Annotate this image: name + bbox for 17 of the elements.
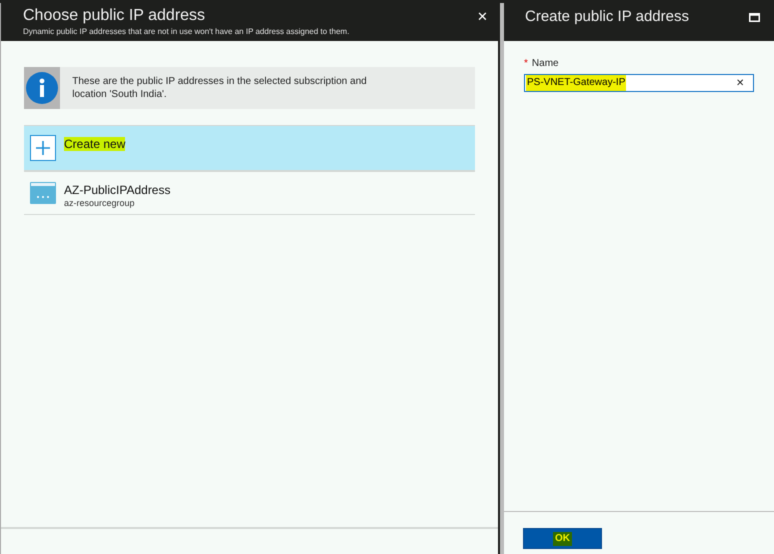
blade-title: Create public IP address <box>525 7 689 27</box>
blade-subtitle: Dynamic public IP addresses that are not in use won't have an IP address assigned to them. <box>23 27 350 37</box>
name-field[interactable]: PS-VNET-Gateway-IP ✕ <box>524 74 754 92</box>
list-item[interactable]: AZ-PublicIPAddress az-resourcegroup <box>24 171 475 215</box>
clear-icon[interactable]: ✕ <box>736 76 744 90</box>
required-mark: * <box>524 57 528 71</box>
info-icon <box>26 72 58 104</box>
item-sublabel: az-resourcegroup <box>64 197 136 209</box>
item-label: AZ-PublicIPAddress <box>64 183 170 197</box>
blade-title: Choose public IP address <box>23 6 206 26</box>
close-button[interactable]: ✕ <box>477 7 488 26</box>
maximize-icon[interactable] <box>749 13 760 22</box>
plus-icon <box>30 135 56 161</box>
info-text: These are the public IP addresses in the selected subscription and location 'South India'. <box>71 75 368 102</box>
public-ip-icon <box>30 182 56 204</box>
ok-button[interactable]: OK <box>523 528 602 549</box>
field-label: Name <box>532 57 559 71</box>
